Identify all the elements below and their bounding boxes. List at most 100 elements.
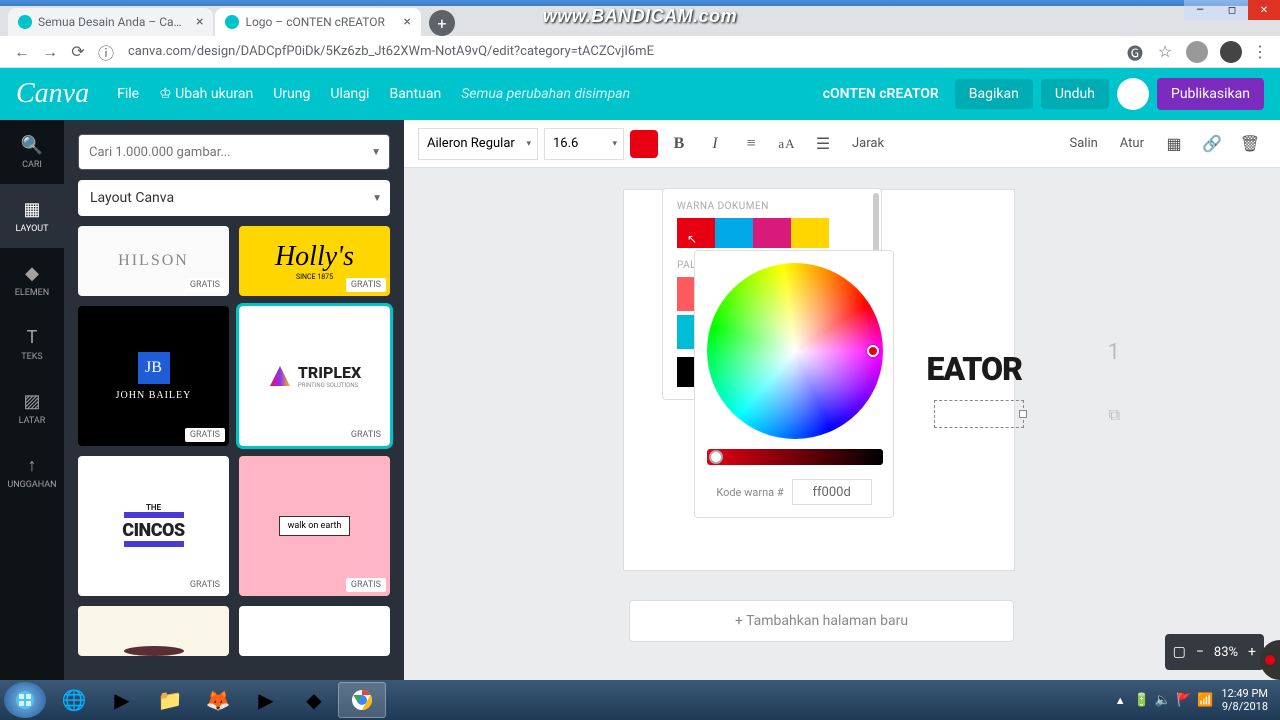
- template-subtext: PRINTING SOLUTIONS: [298, 382, 361, 389]
- duplicate-page-icon[interactable]: ⧉: [1109, 405, 1120, 425]
- template-card[interactable]: HILSON GRATIS: [78, 226, 229, 296]
- zoom-out-button[interactable]: −: [1196, 644, 1204, 660]
- browser-tab-active[interactable]: Logo – cONTEN cREATOR ×: [215, 8, 420, 36]
- wheel-handle[interactable]: [867, 345, 879, 357]
- new-tab-button[interactable]: +: [429, 10, 455, 36]
- taskbar-app-player[interactable]: ▶: [242, 682, 290, 718]
- redo-button[interactable]: Ulangi: [330, 86, 369, 102]
- slider-handle[interactable]: [709, 450, 723, 464]
- file-menu[interactable]: File: [117, 86, 139, 102]
- template-subtext: JOHN BAILEY: [116, 390, 192, 401]
- canvas-text-fragment[interactable]: EATOR: [926, 350, 1022, 388]
- template-card[interactable]: [239, 606, 390, 656]
- publish-button[interactable]: Publikasikan: [1157, 78, 1264, 110]
- start-button[interactable]: [4, 682, 46, 718]
- address-field[interactable]: canva.com/design/DADCpfP0iDk/5Kz6zb_Jt62…: [120, 44, 1120, 59]
- template-card-selected[interactable]: TRIPLEX PRINTING SOLUTIONS GRATIS: [239, 306, 390, 446]
- help-menu[interactable]: Bantuan: [389, 86, 441, 102]
- template-card[interactable]: [78, 606, 229, 656]
- dropdown-label: Layout Canva: [90, 190, 174, 206]
- taskbar-app-explorer[interactable]: 📁: [146, 682, 194, 718]
- align-button[interactable]: ≡: [736, 129, 766, 159]
- color-swatch-blue[interactable]: [715, 218, 753, 248]
- forward-button[interactable]: →: [38, 40, 62, 64]
- browser-tab[interactable]: Semua Desain Anda – Canva ×: [8, 8, 213, 36]
- picker-scrollbar[interactable]: [873, 193, 879, 253]
- copy-button[interactable]: Salin: [1070, 136, 1098, 151]
- nav-uploads[interactable]: ↑ UNGGAHAN: [0, 440, 64, 504]
- account-avatar[interactable]: [1220, 41, 1242, 63]
- spacing-button[interactable]: Jarak: [852, 136, 884, 151]
- font-size-dropdown[interactable]: 16.6 ▾: [544, 128, 624, 160]
- text-color-swatch[interactable]: [630, 130, 658, 158]
- share-button[interactable]: Bagikan: [955, 79, 1033, 109]
- zoom-in-button[interactable]: +: [1248, 644, 1256, 660]
- font-size: 16.6: [553, 136, 578, 151]
- bookmark-star-icon[interactable]: ☆: [1156, 43, 1174, 61]
- delete-icon[interactable]: 🗑: [1238, 132, 1262, 156]
- bold-button[interactable]: B: [664, 129, 694, 159]
- layout-dropdown[interactable]: Layout Canva ▼: [78, 180, 390, 216]
- profile-avatar[interactable]: [1186, 41, 1208, 63]
- tray-expand-icon[interactable]: ▲: [1115, 694, 1126, 707]
- color-swatch-magenta[interactable]: [753, 218, 791, 248]
- taskbar-app-media[interactable]: ▶: [98, 682, 146, 718]
- system-clock[interactable]: 12:49 PM 9/8/2018: [1221, 687, 1268, 713]
- search-input[interactable]: [89, 145, 379, 160]
- link-icon[interactable]: 🔗: [1200, 132, 1224, 156]
- color-swatch-red[interactable]: [677, 218, 715, 248]
- color-swatch-yellow[interactable]: [791, 218, 829, 248]
- template-card[interactable]: walk on earth GRATIS: [239, 456, 390, 596]
- tray-icon[interactable]: 🔈: [1155, 693, 1171, 708]
- tab-close-icon[interactable]: ×: [403, 14, 410, 30]
- taskbar-app-other[interactable]: ◆: [290, 682, 338, 718]
- window-maximize-button[interactable]: ◻: [1216, 0, 1248, 20]
- italic-button[interactable]: I: [700, 129, 730, 159]
- template-search[interactable]: ▼: [78, 134, 390, 170]
- nav-layout[interactable]: ▦ LAYOUT: [0, 184, 64, 248]
- templates-panel: ▼ Layout Canva ▼ HILSON GRATIS Holly's S…: [64, 120, 404, 680]
- add-page-button[interactable]: + Tambahkan halaman baru: [629, 600, 1014, 642]
- nav-text[interactable]: T TEKS: [0, 312, 64, 376]
- template-text: TRIPLEX: [298, 363, 361, 382]
- tray-icon[interactable]: 🚩: [1176, 693, 1192, 708]
- nav-background[interactable]: ▨ LATAR: [0, 376, 64, 440]
- presentation-icon[interactable]: ▢: [1173, 644, 1186, 660]
- translate-icon[interactable]: 🅖: [1126, 43, 1144, 61]
- undo-button[interactable]: Urung: [273, 86, 310, 102]
- window-close-button[interactable]: ✕: [1248, 0, 1280, 20]
- color-wheel[interactable]: [707, 263, 883, 439]
- taskbar-app-ie[interactable]: 🌐: [50, 682, 98, 718]
- zoom-control: ▢ − 83% +: [1165, 634, 1264, 670]
- canva-logo[interactable]: Canva: [16, 78, 89, 110]
- font-family-dropdown[interactable]: Aileron Regular ▾: [418, 128, 538, 160]
- resize-menu[interactable]: Ubah ukuran: [159, 86, 253, 102]
- transparency-icon[interactable]: ▦: [1162, 132, 1186, 156]
- nav-search[interactable]: 🔍 CARI: [0, 120, 64, 184]
- document-title[interactable]: cONTEN cREATOR: [823, 86, 939, 102]
- tab-close-icon[interactable]: ×: [196, 14, 203, 30]
- favicon-icon: [225, 15, 239, 29]
- nav-elements[interactable]: ◆ ELEMEN: [0, 248, 64, 312]
- uppercase-button[interactable]: aA: [772, 129, 802, 159]
- tray-icon[interactable]: 🔋: [1134, 693, 1150, 708]
- text-selection-box[interactable]: [934, 400, 1024, 428]
- user-avatar[interactable]: [1117, 78, 1149, 110]
- download-button[interactable]: Unduh: [1041, 79, 1109, 109]
- site-info-icon[interactable]: ⓘ: [94, 40, 118, 64]
- taskbar-app-firefox[interactable]: 🦊: [194, 682, 242, 718]
- browser-menu-button[interactable]: ⋮: [1252, 42, 1268, 61]
- window-minimize-button[interactable]: —: [1184, 0, 1216, 20]
- template-card[interactable]: THE CINCOS GRATIS: [78, 456, 229, 596]
- back-button[interactable]: ←: [10, 40, 34, 64]
- taskbar-app-chrome[interactable]: [338, 682, 386, 718]
- tray-icon[interactable]: 📶: [1197, 693, 1213, 708]
- brightness-slider[interactable]: [707, 449, 883, 465]
- reload-button[interactable]: ⟳: [66, 40, 90, 64]
- template-card[interactable]: Holly's SINCE 1875 GRATIS: [239, 226, 390, 296]
- arrange-button[interactable]: Atur: [1120, 136, 1144, 151]
- template-card[interactable]: JB JOHN BAILEY GRATIS: [78, 306, 229, 446]
- hex-input[interactable]: [792, 479, 872, 505]
- tab-title: Logo – cONTEN cREATOR: [245, 15, 395, 29]
- list-button[interactable]: ☰: [808, 129, 838, 159]
